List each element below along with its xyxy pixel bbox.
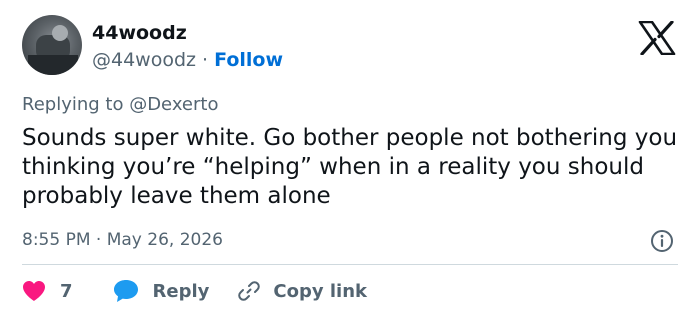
follow-button[interactable]: Follow [214, 49, 283, 71]
author-handle[interactable]: @44woodz [92, 49, 196, 71]
heart-icon [23, 281, 45, 301]
avatar[interactable] [22, 15, 82, 75]
author-display-name[interactable]: 44woodz [92, 21, 187, 45]
link-icon [238, 281, 261, 301]
replying-to[interactable]: Replying to @Dexerto [22, 93, 218, 117]
divider [22, 264, 678, 265]
tweet-timestamp[interactable]: 8:55 PM · May 26, 2026 [22, 229, 223, 251]
like-button[interactable]: 7 [22, 280, 73, 302]
reply-button[interactable]: Reply [113, 279, 210, 303]
info-icon[interactable] [650, 229, 674, 253]
reply-bubble-icon [113, 280, 138, 302]
copy-link-button[interactable]: Copy link [237, 279, 367, 303]
separator-dot: · [202, 49, 209, 71]
tweet-text: Sounds super white. Go bother people not… [22, 125, 678, 209]
x-logo-icon[interactable] [638, 21, 676, 55]
copy-link-label: Copy link [273, 280, 367, 302]
like-count: 7 [60, 280, 73, 302]
author-handle-row: @44woodz · Follow [92, 48, 283, 72]
action-bar: 7 Reply Copy link [22, 277, 367, 305]
reply-label: Reply [152, 280, 210, 302]
